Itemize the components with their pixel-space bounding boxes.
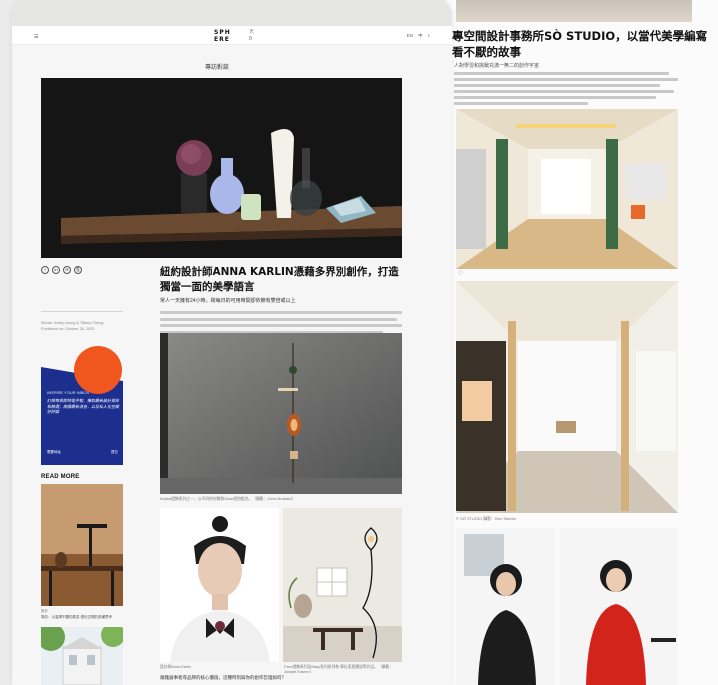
portrait-illustration (160, 508, 279, 662)
email-icon[interactable]: ✉ (63, 266, 71, 274)
site-logo[interactable]: SPH ERE (214, 29, 231, 43)
facebook-icon[interactable]: f (41, 266, 49, 274)
back-top-image (456, 0, 692, 22)
back-article-title: 專空間設計事務所SÒ STUDIO，以當代美學編寫看不厭的故事 (452, 29, 708, 59)
back-caption-1: （ ） (456, 270, 466, 275)
read-more-card-image[interactable] (41, 484, 123, 606)
hero-image (41, 78, 402, 258)
language-zh-link[interactable]: 中 (418, 33, 423, 39)
interview-question: 跟雜論事者尋品牌的核心價值，這種時刻與你的創作哲理如何？ (160, 675, 286, 680)
founders-illustration (456, 528, 678, 685)
back-article-subtitle: 人對學習和挑戰充滿一無二的創作宇宙 (454, 63, 540, 69)
read-more-illustration-2 (41, 627, 123, 685)
site-header: ☰ SPH ERE 天 B EN 中 ⌕ (12, 26, 452, 45)
lamp-wall-photo (160, 333, 402, 494)
section-label[interactable]: 專訪對談 (205, 62, 229, 71)
newsletter-body: 訂閱每周即時電子報，獲取最新設計資訊和精選；閱讀最新消息，以及私人化空間好評論 (47, 398, 119, 414)
background-article-page: 專空間設計事務所SÒ STUDIO，以當代美學編寫看不厭的故事 人對學習和挑戰充… (446, 0, 718, 685)
still-life-illustration (41, 78, 402, 258)
link-icon[interactable]: ⎘ (74, 266, 82, 274)
lamp-caption: Face燈飾系列及Baby系列系列和 單位家居擺設等作品。（攝影：Joseph … (284, 665, 394, 674)
article-subtitle: 常人一天擁有24小時，跨每日的可用時間卻依賴有雙倍或以上 (160, 298, 296, 304)
portrait-caption: 設計師Anna Karlin (160, 665, 192, 669)
corridor-illustration (456, 109, 678, 269)
lamp-wall-illustration (160, 333, 402, 494)
linkedin-icon[interactable]: in (52, 266, 60, 274)
hamburger-icon[interactable]: ☰ (34, 34, 38, 40)
shop-interior-photo[interactable] (456, 281, 678, 513)
browser-stage: 專空間設計事務所SÒ STUDIO，以當代美學編寫看不厭的故事 人對學習和挑戰充… (0, 0, 718, 685)
read-more-title[interactable]: 專訪：以溫潤不羈的氣息 優化空間的各種思考 (41, 615, 112, 620)
language-en-link[interactable]: EN (407, 33, 413, 39)
lamp-room-illustration (283, 508, 402, 662)
read-more-category: 設計 (41, 609, 48, 613)
wall-photo-caption: Kazilia燈飾系列之一，以不同的材質和Solar燈泡組合。（攝影：Chris… (160, 497, 296, 501)
corridor-photo[interactable] (456, 109, 678, 269)
search-icon[interactable]: ⌕ (427, 33, 430, 39)
back-article-paragraph (454, 72, 678, 108)
read-more-heading: READ MORE (41, 474, 80, 480)
share-bar: f in ✉ ⎘ (41, 266, 82, 274)
browser-chrome (12, 0, 452, 26)
founders-photo[interactable] (456, 528, 678, 685)
site-logo-sub: 天 B (249, 29, 255, 42)
article-meta: Words: Kathy Leung & Tiffany Cheng Publi… (41, 320, 103, 332)
shop-illustration (456, 281, 678, 513)
read-more-illustration-1 (41, 484, 123, 606)
header-actions: EN 中 ⌕ (407, 33, 430, 39)
newsletter-submit-button[interactable]: 提交 (111, 450, 118, 455)
sidebar-divider (41, 311, 123, 312)
designer-portrait (160, 508, 279, 662)
read-more-card-image-2[interactable] (41, 627, 123, 685)
article-date: Published on: October 26, 2023 (41, 327, 95, 331)
lamp-room-photo (283, 508, 402, 662)
newsletter-email-field[interactable]: 電郵地址 (47, 450, 61, 455)
newsletter-eyebrow: INSPIRE YOUR INBOX (47, 390, 90, 395)
back-caption-2: © SÒ STUDIO 攝影：Ben Stubbs (456, 516, 516, 521)
article-title: 紐約設計師ANNA KARLIN憑藉多界別創作，打造獨當一面的美學語言 (160, 266, 399, 293)
